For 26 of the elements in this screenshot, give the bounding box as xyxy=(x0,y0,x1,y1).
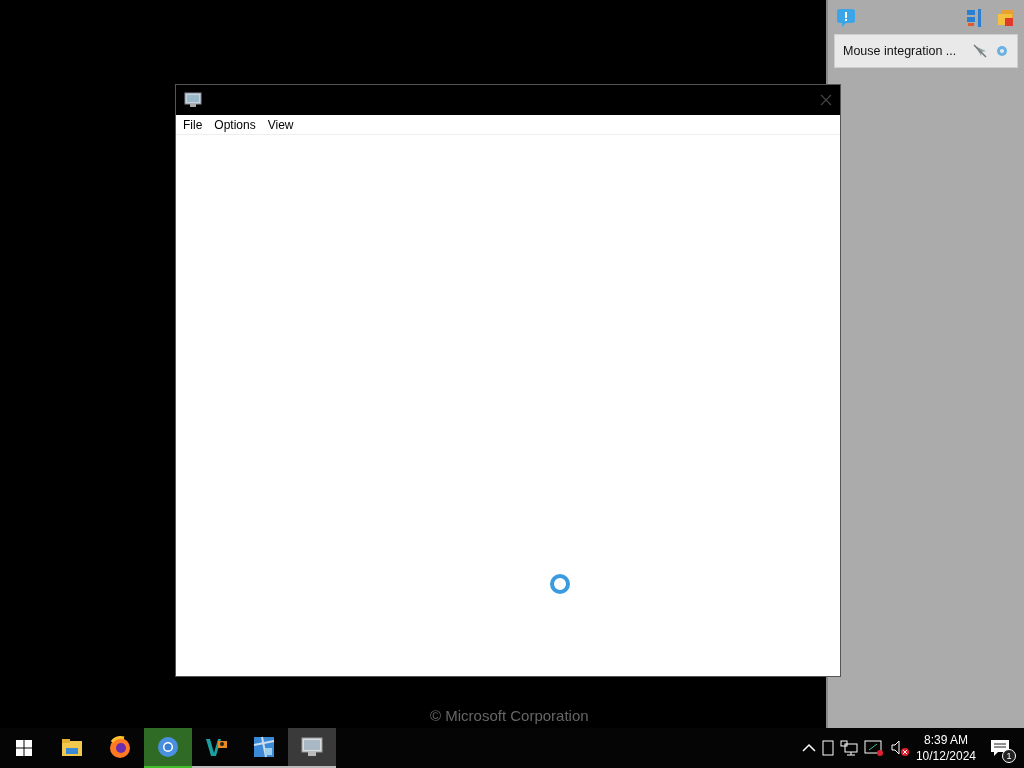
menu-item[interactable]: View xyxy=(263,115,298,134)
menu-item[interactable]: File xyxy=(179,115,207,134)
notification-center-button[interactable]: 1 xyxy=(982,728,1018,768)
menu-item[interactable]: Options xyxy=(210,115,260,134)
chevron-up-icon[interactable] xyxy=(801,743,816,753)
fox-globe-icon xyxy=(108,736,132,760)
copyright-text: © Microsoft Corporation xyxy=(430,707,589,725)
round-browser-icon xyxy=(156,735,180,759)
monitor-alert-icon[interactable] xyxy=(863,739,884,757)
tiles-icon xyxy=(252,735,276,759)
speaker-muted-icon[interactable] xyxy=(889,739,910,757)
tablet-icon[interactable] xyxy=(821,740,834,756)
notification-icon[interactable] xyxy=(836,8,856,28)
message-icon xyxy=(990,739,1010,758)
clock-date: 10/12/2024 xyxy=(915,748,976,765)
remote-desktop-icon xyxy=(184,92,202,108)
windows-stack-icon[interactable] xyxy=(996,8,1016,28)
network-icon[interactable] xyxy=(839,740,858,756)
notification-count: 1 xyxy=(1002,749,1016,763)
clock-time: 8:39 AM xyxy=(922,731,969,748)
notice-text: Mouse integration ... xyxy=(843,42,958,60)
taskbar-button[interactable] xyxy=(288,728,336,768)
mouse-off-icon[interactable] xyxy=(973,44,987,58)
clock[interactable]: 8:39 AM 10/12/2024 xyxy=(915,731,976,765)
windows-logo-icon xyxy=(16,740,32,756)
remote-desktop-icon xyxy=(300,735,324,759)
